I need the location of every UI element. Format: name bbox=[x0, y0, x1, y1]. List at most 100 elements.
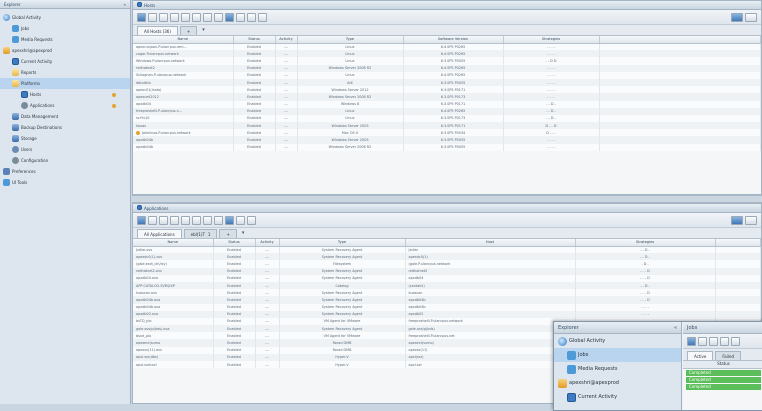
app-copy-button[interactable] bbox=[159, 215, 168, 225]
column-header[interactable]: Host bbox=[405, 239, 576, 247]
table-row[interactable]: freeproshelll.P.ulanrpus.n... Enabled --- L… bbox=[133, 107, 761, 115]
table-row[interactable]: APP-CATALOG-SVR\EXP Enabled --- Catalog (con… bbox=[133, 281, 761, 290]
app-add-tab-button[interactable]: + bbox=[219, 229, 237, 238]
table-row[interactable]: apxdb04b.ova Enabled --- System Recovery Ag… bbox=[133, 303, 761, 311]
delete-button[interactable] bbox=[181, 12, 190, 22]
table-row[interactable]: apexc01(Insta) Enabled --- Windows Server 2… bbox=[133, 86, 761, 94]
app-options-button[interactable] bbox=[745, 215, 757, 225]
search-button[interactable] bbox=[247, 12, 256, 22]
app-export-button[interactable] bbox=[236, 215, 245, 225]
column-header[interactable]: Software Version bbox=[403, 36, 504, 44]
table-row[interactable]: apxdb04 Enabled --- Windows 8 6.3.SP5 P0171 -… bbox=[133, 100, 761, 108]
window-thumbnail[interactable]: Explorer « Global Activity Jobs Media Requ… bbox=[553, 321, 762, 411]
table-row[interactable]: apxdb04b Enabled --- Windows Server 2003 6.3… bbox=[133, 136, 761, 144]
app-view-toggle-button[interactable] bbox=[731, 215, 743, 225]
table-row[interactable]: dbtoltkin Enabled --- AIX 6.3.SP5 P0055 - - -… bbox=[133, 78, 761, 87]
table-row[interactable]: scrYx10 Enabled --- Linux 6.3.SP5 P0173 - - D… bbox=[133, 114, 761, 123]
tree-item-platforms[interactable]: Platforms bbox=[0, 78, 130, 89]
properties-button[interactable] bbox=[170, 12, 179, 22]
help-button[interactable] bbox=[258, 12, 267, 22]
collapse-icon[interactable]: « bbox=[124, 2, 126, 7]
tree-item-preferences[interactable]: Preferences bbox=[0, 166, 130, 177]
tab-all-applications[interactable]: All Applications bbox=[137, 229, 182, 238]
add-tab-button[interactable]: + bbox=[179, 26, 198, 35]
backup-button[interactable] bbox=[192, 12, 201, 22]
tree-item-jobs[interactable]: Jobs bbox=[0, 23, 130, 34]
tree-item-global-activity[interactable]: Global Activity bbox=[0, 12, 130, 23]
copy-button[interactable] bbox=[159, 12, 168, 22]
tree-item-applications[interactable]: Applications bbox=[0, 100, 130, 111]
app-search-button[interactable] bbox=[247, 215, 256, 225]
table-cell: freeproshelll.P.ulanrpus.network bbox=[405, 317, 576, 326]
cell-text: Rorad DMB bbox=[332, 341, 352, 346]
edit-button[interactable] bbox=[148, 12, 157, 22]
cell-text: Linux bbox=[345, 116, 355, 121]
column-header[interactable]: Type bbox=[279, 239, 406, 247]
table-cell: Rorad DMB bbox=[279, 346, 406, 354]
cell-text: 6.3.SP5 P0171 bbox=[440, 123, 466, 128]
export-button[interactable] bbox=[236, 12, 245, 22]
filter-button[interactable] bbox=[225, 12, 234, 22]
tree-item-ui-tools[interactable]: UI Tools bbox=[0, 177, 130, 188]
tree-item-users[interactable]: Users bbox=[0, 144, 130, 155]
tree-item-apexshri-apexprod[interactable]: apexshri@apexprod bbox=[0, 45, 130, 56]
app-filter-button[interactable] bbox=[225, 215, 234, 225]
column-header[interactable]: Status bbox=[213, 239, 256, 247]
table-row[interactable]: Jxdlar.ovs Enabled --- System Recovery Agen… bbox=[133, 246, 761, 254]
app-delete-button[interactable] bbox=[181, 215, 190, 225]
table-row[interactable]: apxdb04b.ova Enabled --- System Recovery Ag… bbox=[133, 296, 761, 304]
table-row[interactable]: cogar-P.ulanrpus.network Enabled --- Linux 6… bbox=[133, 50, 761, 58]
tree-item-configuration[interactable]: Configuration bbox=[0, 155, 130, 166]
table-row[interactable]: apxdb02.ova Enabled --- System Recovery Age… bbox=[133, 310, 761, 318]
column-header[interactable]: Status bbox=[233, 36, 276, 44]
tab-all-hosts[interactable]: All Hosts (36) bbox=[137, 26, 178, 35]
app-restore-button[interactable] bbox=[203, 215, 212, 225]
tab-menu-icon[interactable]: ▾ bbox=[199, 27, 208, 33]
cell-text: 6.4.SP5 P0265 bbox=[440, 66, 466, 71]
table-row[interactable]: apxdb04b Enabled --- Windows Server 2008 R2… bbox=[133, 143, 761, 151]
app-edit-button[interactable] bbox=[148, 215, 157, 225]
thumbnail-tabs: Active Failed bbox=[683, 349, 762, 361]
app-tab-menu-icon[interactable]: ▾ bbox=[239, 230, 248, 236]
add-host-button[interactable] bbox=[137, 12, 146, 22]
app-backup-button[interactable] bbox=[192, 215, 201, 225]
table-row[interactable]: redhatnet2.ovs Enabled --- System Recovery … bbox=[133, 267, 761, 275]
table-row[interactable]: (gale.exzt_clh/lxy) Enabled --- Filesystem (… bbox=[133, 260, 761, 268]
table-row[interactable]: Windows-P.ulanrpus.network Enabled --- Linu… bbox=[133, 57, 761, 65]
column-header[interactable]: Strategies bbox=[575, 239, 716, 247]
table-cell: Filesystem bbox=[279, 260, 406, 268]
table-row[interactable]: apexrunjoon-P.ulanrpus.rem... Enabled --- L… bbox=[133, 43, 761, 51]
column-header[interactable]: Name bbox=[133, 239, 214, 247]
table-row[interactable]: apexcml2012 Enabled --- Windows Server 2008… bbox=[133, 93, 761, 101]
column-header[interactable]: Name bbox=[133, 36, 234, 44]
options-button[interactable] bbox=[745, 12, 757, 22]
tree-item-media-requests[interactable]: Media Requests bbox=[0, 34, 130, 45]
tree-item-data-management[interactable]: Data Management bbox=[0, 111, 130, 122]
refresh-button[interactable] bbox=[214, 12, 223, 22]
view-toggle-button[interactable] bbox=[731, 12, 743, 22]
add-application-button[interactable] bbox=[137, 215, 146, 225]
app-properties-button[interactable] bbox=[170, 215, 179, 225]
table-row[interactable]: redhatnet2 Enabled --- Windows Server 2008 … bbox=[133, 64, 761, 72]
storage-icon bbox=[12, 135, 19, 142]
table-row[interactable]: apexdc0(1).ovs Enabled --- System Recovery … bbox=[133, 253, 761, 261]
column-header[interactable]: Activity bbox=[255, 239, 280, 247]
tree-item-reports[interactable]: Reports bbox=[0, 67, 130, 78]
column-header[interactable]: Strategies bbox=[503, 36, 600, 44]
tab-filtered-applications[interactable]: ebl(1)T 1 bbox=[183, 229, 218, 238]
table-row[interactable]: kauas Enabled --- Windows Server 2003 6.3.SP… bbox=[133, 122, 761, 130]
table-row[interactable]: Schagnan-P.ulanrpus.network Enabled --- Lin… bbox=[133, 71, 761, 79]
table-cell: apexc01(Insta) bbox=[133, 86, 234, 94]
app-refresh-button[interactable] bbox=[214, 215, 223, 225]
panel-splitter[interactable] bbox=[132, 195, 762, 203]
tree-item-current-activity[interactable]: Current Activity bbox=[0, 56, 130, 67]
table-row[interactable]: kuascan.ovs Enabled --- System Recovery Age… bbox=[133, 289, 761, 297]
tree-item-hosts[interactable]: Hosts bbox=[0, 89, 130, 100]
table-row[interactable]: apxdb04.ova Enabled --- System Recovery Age… bbox=[133, 274, 761, 282]
column-header[interactable]: Type bbox=[297, 36, 404, 44]
table-row[interactable]: Jolmllnos-P.ulanrpus.network Enabled --- Ma… bbox=[133, 129, 761, 137]
restore-button[interactable] bbox=[203, 12, 212, 22]
tree-item-backup-destinations[interactable]: Backup Destinations bbox=[0, 122, 130, 133]
column-header[interactable]: Activity bbox=[275, 36, 298, 44]
tree-item-storage[interactable]: Storage bbox=[0, 133, 130, 144]
